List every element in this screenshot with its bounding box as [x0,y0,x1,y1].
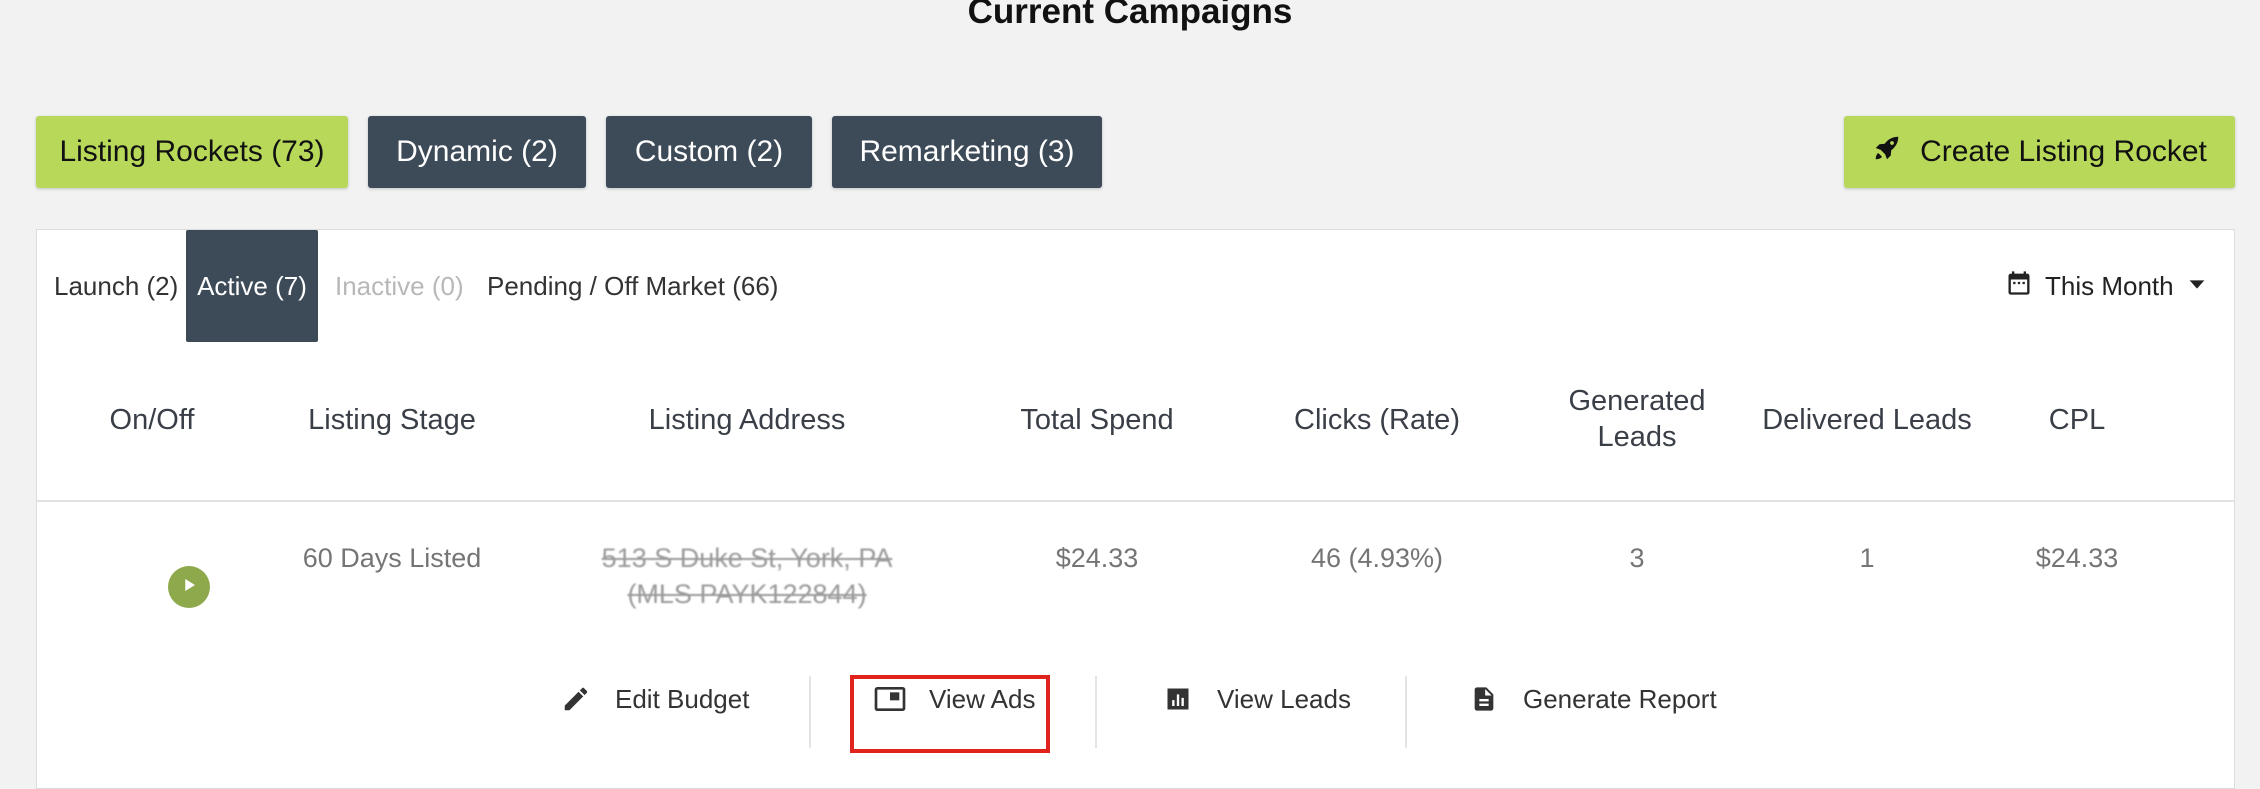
header-listing-address: Listing Address [648,404,846,436]
cell-total-spend: $24.33 [1055,543,1139,573]
header-delivered-leads: Delivered Leads [1762,404,1972,436]
status-tab-active[interactable]: Active (7) [186,230,318,342]
date-filter-label: This Month [2045,270,2174,301]
header-on-off: On/Off [109,404,195,436]
action-divider [1095,676,1097,748]
create-listing-rocket-button[interactable]: Create Listing Rocket [1844,116,2235,188]
tab-listing-rockets[interactable]: Listing Rockets (73) [36,116,348,188]
header-total-spend: Total Spend [1020,404,1174,436]
cell-generated-leads: 3 [1629,543,1645,573]
header-generated-leads: Generated Leads [1537,383,1737,455]
edit-budget-button[interactable]: Edit Budget [559,660,749,738]
generate-report-button[interactable]: Generate Report [1467,660,1717,738]
caret-down-icon [2186,271,2208,302]
action-divider [1405,676,1407,748]
table-header-divider [37,500,2234,502]
calendar-icon [2005,269,2033,304]
document-icon [1467,682,1501,716]
action-divider [809,676,811,748]
header-listing-stage: Listing Stage [308,404,476,436]
status-tab-pending[interactable]: Pending / Off Market (66) [487,230,778,342]
cell-clicks-rate: 46 (4.93%) [1310,543,1444,573]
date-range-filter[interactable]: This Month [2005,230,2208,342]
status-tab-inactive[interactable]: Inactive (0) [335,230,464,342]
view-ads-highlight [850,675,1050,753]
view-leads-label: View Leads [1217,683,1351,714]
play-icon [180,576,198,599]
header-cpl: CPL [2048,404,2106,436]
edit-budget-label: Edit Budget [615,683,750,714]
cell-cpl: $24.33 [2035,543,2119,573]
address-line-2: (MLS PAYK122844) [627,579,867,609]
tab-custom[interactable]: Custom (2) [606,116,812,188]
page-title: Current Campaigns [967,0,1293,31]
campaigns-panel: Launch (2) Active (7) Inactive (0) Pendi… [36,229,2235,789]
tab-remarketing[interactable]: Remarketing (3) [832,116,1102,188]
view-leads-button[interactable]: View Leads [1161,660,1351,738]
create-listing-rocket-label: Create Listing Rocket [1920,135,2207,168]
status-tab-launch[interactable]: Launch (2) [54,230,178,342]
generate-report-label: Generate Report [1523,683,1717,714]
header-generated-leads-line1: Generated [1568,385,1706,417]
pencil-icon [559,682,593,716]
address-line-1: 513 S Duke St, York, PA [601,543,893,573]
cell-delivered-leads: 1 [1859,543,1875,573]
header-generated-leads-line2: Leads [1597,421,1677,453]
bar-chart-icon [1161,682,1195,716]
cell-listing-address: 513 S Duke St, York, PA (MLS PAYK122844) [577,540,917,612]
rocket-icon [1872,133,1902,171]
tab-dynamic[interactable]: Dynamic (2) [368,116,586,188]
header-clicks-rate: Clicks (Rate) [1294,404,1460,436]
campaign-toggle-button[interactable] [168,566,210,608]
cell-listing-stage: 60 Days Listed [302,543,482,573]
